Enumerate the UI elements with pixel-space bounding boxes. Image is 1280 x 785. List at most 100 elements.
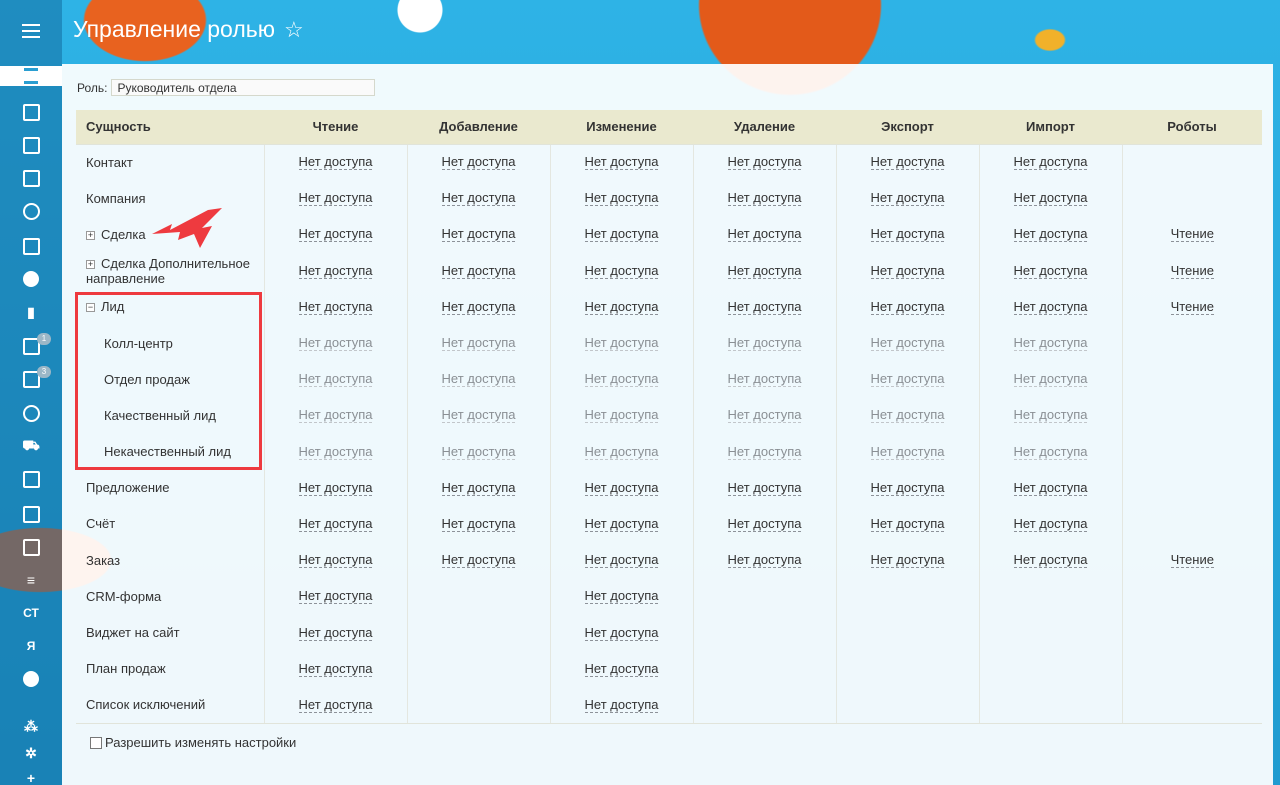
permission-link[interactable]: Нет доступа — [441, 479, 516, 496]
permission-link[interactable]: Нет доступа — [1013, 515, 1088, 532]
permission-link[interactable]: Нет доступа — [441, 262, 516, 279]
permission-link[interactable]: Нет доступа — [298, 298, 373, 315]
permission-link[interactable]: Нет доступа — [1013, 407, 1088, 424]
permission-link[interactable]: Нет доступа — [1013, 479, 1088, 496]
permission-link[interactable]: Нет доступа — [1013, 443, 1088, 460]
permission-link[interactable]: Нет доступа — [441, 335, 516, 352]
permission-link[interactable]: Нет доступа — [441, 407, 516, 424]
permission-link[interactable]: Нет доступа — [584, 190, 659, 207]
permission-link[interactable]: Нет доступа — [298, 154, 373, 171]
permission-link[interactable]: Нет доступа — [584, 298, 659, 315]
permission-link[interactable]: Нет доступа — [1013, 190, 1088, 207]
permission-link[interactable]: Нет доступа — [441, 154, 516, 171]
menu-icon[interactable] — [22, 24, 40, 38]
permission-link[interactable]: Нет доступа — [584, 443, 659, 460]
allow-edit-label[interactable]: Разрешить изменять настройки — [105, 735, 296, 750]
permission-link[interactable]: Нет доступа — [298, 624, 373, 641]
permission-link[interactable]: Нет доступа — [1013, 371, 1088, 388]
permission-link[interactable]: Нет доступа — [870, 154, 945, 171]
permission-link[interactable]: Нет доступа — [584, 226, 659, 243]
permission-link[interactable]: Нет доступа — [298, 262, 373, 279]
permission-link[interactable]: Нет доступа — [584, 407, 659, 424]
permission-link[interactable]: Нет доступа — [1013, 262, 1088, 279]
permission-link[interactable]: Чтение — [1170, 552, 1214, 569]
permission-link[interactable]: Нет доступа — [584, 262, 659, 279]
document-icon[interactable] — [21, 135, 41, 155]
sidebar-item-ct[interactable]: СТ — [21, 603, 41, 623]
permission-link[interactable]: Нет доступа — [727, 443, 802, 460]
cart-icon[interactable]: ⛟ — [21, 436, 41, 456]
permission-link[interactable]: Чтение — [1170, 262, 1214, 279]
permission-link[interactable]: Нет доступа — [584, 660, 659, 677]
sliders-icon[interactable]: ≡ — [21, 570, 41, 590]
permission-link[interactable]: Нет доступа — [298, 371, 373, 388]
permission-link[interactable]: Нет доступа — [1013, 226, 1088, 243]
permission-link[interactable]: Нет доступа — [1013, 298, 1088, 315]
permission-link[interactable]: Нет доступа — [870, 262, 945, 279]
permission-link[interactable]: Нет доступа — [441, 443, 516, 460]
permission-link[interactable]: Нет доступа — [1013, 154, 1088, 171]
entity-name[interactable]: Сделка — [101, 227, 146, 242]
permission-link[interactable]: Нет доступа — [298, 335, 373, 352]
permission-link[interactable]: Нет доступа — [584, 371, 659, 388]
sitemap-icon[interactable]: ⁂ — [21, 716, 41, 736]
permission-link[interactable]: Нет доступа — [870, 515, 945, 532]
moon-icon[interactable] — [21, 269, 41, 289]
permission-link[interactable]: Нет доступа — [584, 696, 659, 713]
expand-icon[interactable]: + — [86, 259, 95, 269]
permission-link[interactable]: Нет доступа — [870, 190, 945, 207]
inbox-icon[interactable] — [21, 236, 41, 256]
permission-link[interactable]: Нет доступа — [298, 190, 373, 207]
gear-icon[interactable]: ✲ — [21, 743, 41, 763]
permission-link[interactable]: Нет доступа — [727, 515, 802, 532]
permission-link[interactable]: Нет доступа — [727, 190, 802, 207]
permission-link[interactable]: Нет доступа — [727, 298, 802, 315]
permission-link[interactable]: Нет доступа — [727, 371, 802, 388]
book-icon[interactable] — [21, 168, 41, 188]
permission-link[interactable]: Нет доступа — [727, 226, 802, 243]
permission-link[interactable]: Нет доступа — [584, 515, 659, 532]
grid-icon[interactable] — [21, 504, 41, 524]
permission-link[interactable]: Нет доступа — [870, 226, 945, 243]
expand-icon[interactable]: + — [86, 230, 95, 240]
permission-link[interactable]: Нет доступа — [298, 696, 373, 713]
permission-link[interactable]: Нет доступа — [727, 262, 802, 279]
permission-link[interactable]: Нет доступа — [441, 298, 516, 315]
permission-link[interactable]: Нет доступа — [584, 624, 659, 641]
permission-link[interactable]: Нет доступа — [584, 588, 659, 605]
permission-link[interactable]: Нет доступа — [584, 479, 659, 496]
permission-link[interactable]: Нет доступа — [870, 443, 945, 460]
permission-link[interactable]: Нет доступа — [298, 443, 373, 460]
permission-link[interactable]: Нет доступа — [441, 226, 516, 243]
permission-link[interactable]: Нет доступа — [727, 335, 802, 352]
chevron-down-icon[interactable] — [21, 669, 41, 689]
role-name-input[interactable] — [111, 79, 376, 96]
permission-link[interactable]: Нет доступа — [441, 371, 516, 388]
permission-link[interactable]: Нет доступа — [727, 407, 802, 424]
filter-icon[interactable] — [0, 66, 62, 86]
permission-link[interactable]: Нет доступа — [298, 515, 373, 532]
permission-link[interactable]: Нет доступа — [727, 479, 802, 496]
permission-link[interactable]: Нет доступа — [441, 190, 516, 207]
permission-link[interactable]: Нет доступа — [298, 660, 373, 677]
permission-link[interactable]: Нет доступа — [298, 552, 373, 569]
store-icon[interactable] — [21, 537, 41, 557]
permission-link[interactable]: Нет доступа — [298, 479, 373, 496]
permission-link[interactable]: Нет доступа — [870, 407, 945, 424]
sidebar-item-ya[interactable]: Я — [21, 636, 41, 656]
permission-link[interactable]: Нет доступа — [298, 588, 373, 605]
window-icon[interactable] — [21, 469, 41, 489]
permission-link[interactable]: Нет доступа — [1013, 335, 1088, 352]
permission-link[interactable]: Нет доступа — [870, 371, 945, 388]
permission-link[interactable]: Нет доступа — [870, 479, 945, 496]
clock-icon[interactable] — [21, 403, 41, 423]
permission-link[interactable]: Чтение — [1170, 298, 1214, 315]
permission-link[interactable]: Нет доступа — [1013, 552, 1088, 569]
permission-link[interactable]: Нет доступа — [727, 552, 802, 569]
robot-icon[interactable] — [21, 102, 41, 122]
permission-link[interactable]: Нет доступа — [298, 407, 373, 424]
permission-link[interactable]: Нет доступа — [441, 515, 516, 532]
permission-link[interactable]: Нет доступа — [441, 552, 516, 569]
permission-link[interactable]: Нет доступа — [584, 154, 659, 171]
permission-link[interactable]: Чтение — [1170, 226, 1214, 243]
